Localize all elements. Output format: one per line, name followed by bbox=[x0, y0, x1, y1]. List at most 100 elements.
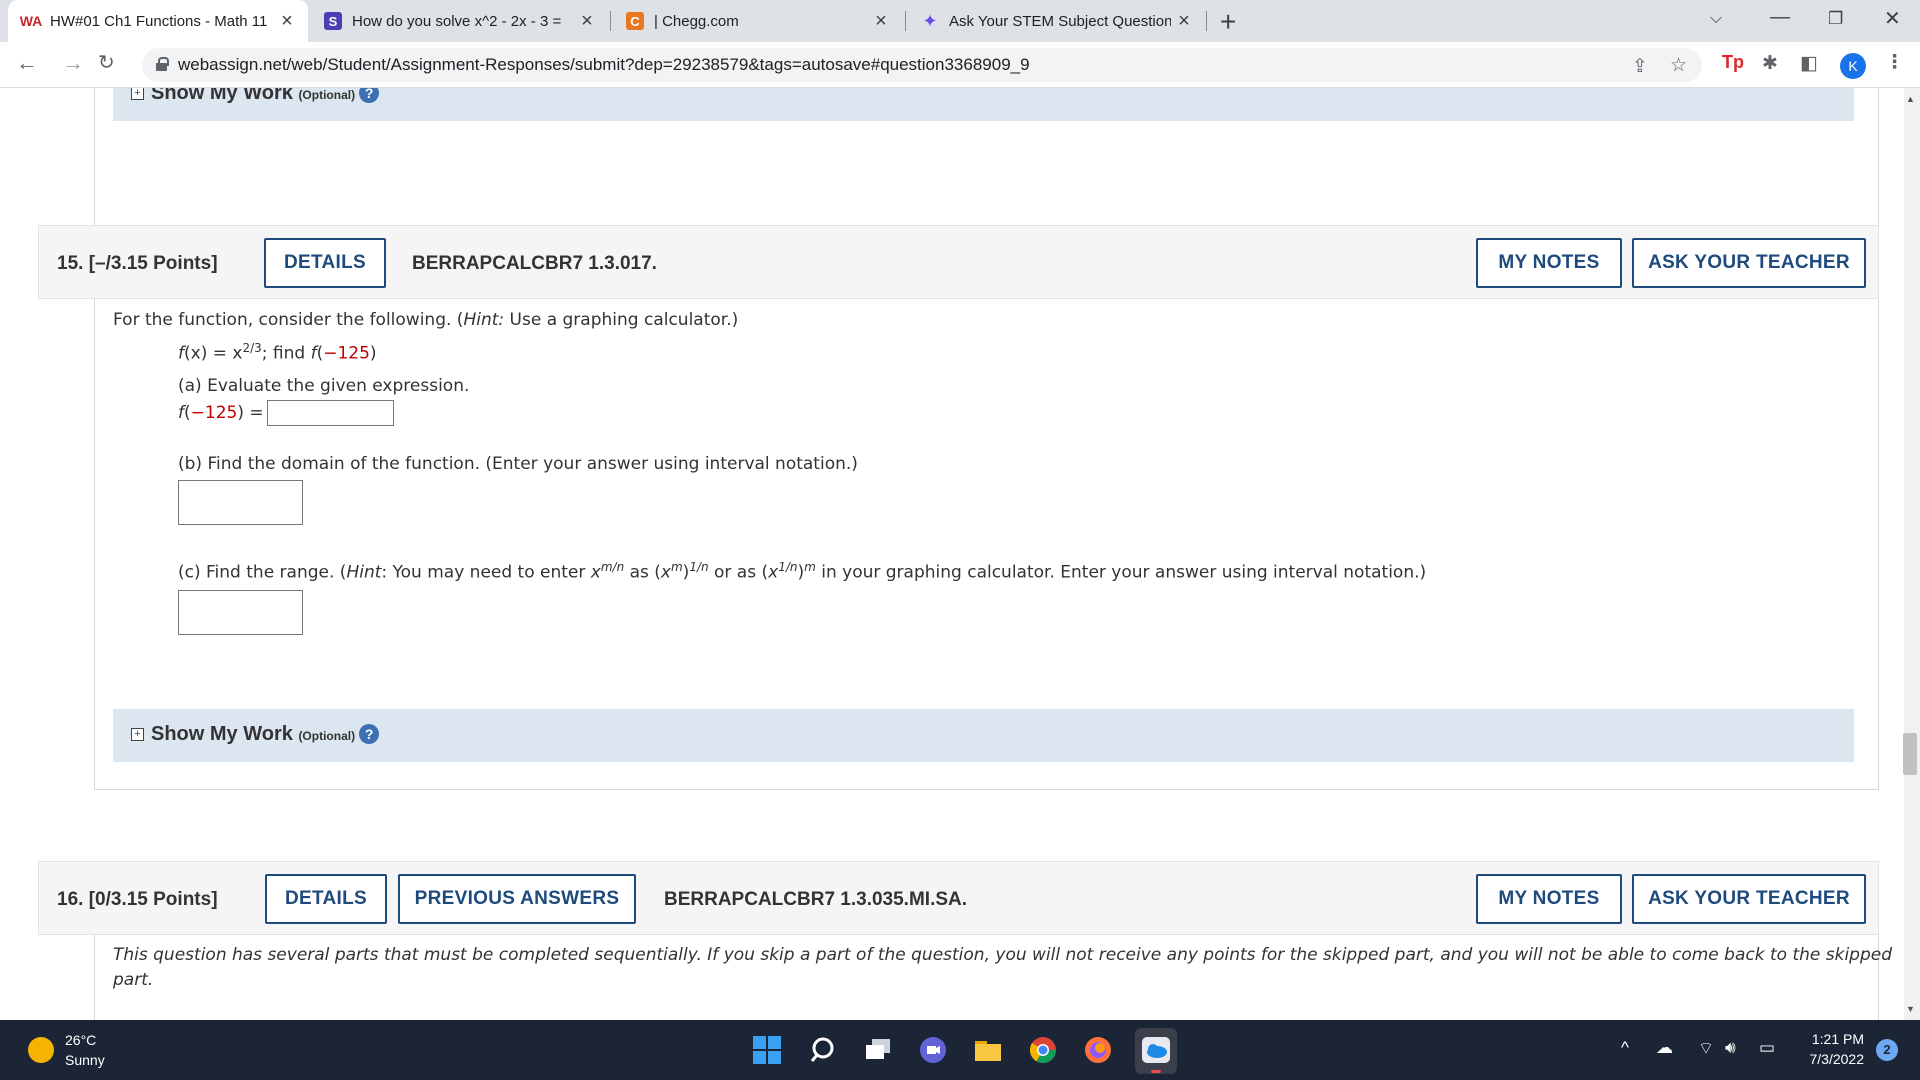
question-points: [–/3.15 Points] bbox=[88, 253, 218, 274]
bartleby-favicon-icon: ✦ bbox=[922, 10, 938, 31]
question-15-intro: For the function, consider the following… bbox=[113, 310, 739, 330]
scrollbar-thumb[interactable] bbox=[1903, 733, 1917, 775]
browser-tab-strip: WA HW#01 Ch1 Functions - Math 11 × S How… bbox=[0, 0, 1920, 42]
question-number: 16. bbox=[57, 889, 84, 910]
part-c-answer-input[interactable] bbox=[178, 590, 303, 635]
tab-search-chevron-icon[interactable]: ⌵ bbox=[1710, 10, 1722, 28]
help-icon[interactable]: ? bbox=[359, 88, 380, 103]
profile-avatar[interactable]: K bbox=[1840, 53, 1866, 79]
onedrive-app-icon[interactable] bbox=[1135, 1028, 1177, 1074]
question-16-header: 16. [0/3.15 Points] DETAILS PREVIOUS ANS… bbox=[38, 861, 1879, 935]
details-button[interactable]: DETAILS bbox=[264, 238, 386, 288]
search-icon[interactable] bbox=[808, 1035, 838, 1065]
menu-kebab-icon[interactable]: ⋮ bbox=[1885, 51, 1904, 74]
browser-toolbar: ← → ↻ webassign.net/web/Student/Assignme… bbox=[0, 42, 1920, 88]
minimize-icon[interactable]: — bbox=[1770, 6, 1790, 29]
new-tab-icon[interactable]: + bbox=[1220, 6, 1236, 38]
tab-title: | Chegg.com bbox=[654, 12, 739, 30]
address-bar[interactable]: webassign.net/web/Student/Assignment-Res… bbox=[142, 48, 1702, 82]
teams-chat-icon[interactable] bbox=[918, 1035, 948, 1065]
clock-time[interactable]: 1:21 PM bbox=[1810, 1031, 1864, 1047]
tab-title: HW#01 Ch1 Functions - Math 11 bbox=[50, 12, 268, 30]
wifi-icon[interactable]: ⌔ bbox=[1698, 1038, 1714, 1059]
expand-plus-icon[interactable]: + bbox=[131, 88, 144, 100]
scroll-up-arrow-icon[interactable]: ▲ bbox=[1906, 94, 1915, 104]
part-b-prompt: (b) Find the domain of the function. (En… bbox=[178, 454, 858, 474]
onedrive-error-icon[interactable]: ☁ bbox=[1656, 1038, 1673, 1058]
show-my-work-label: Show My Work bbox=[151, 723, 293, 745]
tab-title: Ask Your STEM Subject Question bbox=[949, 12, 1171, 30]
tab-separator bbox=[1206, 11, 1207, 31]
optional-label: (Optional) bbox=[298, 88, 356, 102]
optional-label: (Optional) bbox=[298, 729, 356, 743]
file-explorer-icon[interactable] bbox=[973, 1035, 1003, 1065]
close-tab-icon[interactable]: × bbox=[274, 10, 300, 33]
restore-icon[interactable]: ❐ bbox=[1828, 9, 1843, 29]
reload-icon[interactable]: ↻ bbox=[98, 50, 115, 75]
sequential-notice-line-1: This question has several parts that mus… bbox=[113, 945, 1893, 965]
question-points: [0/3.15 Points] bbox=[88, 889, 218, 910]
socratic-favicon-icon: S bbox=[324, 12, 342, 30]
url-text[interactable]: webassign.net/web/Student/Assignment-Res… bbox=[178, 55, 1030, 75]
notification-badge[interactable]: 2 bbox=[1876, 1039, 1898, 1061]
tab-separator bbox=[905, 11, 906, 31]
part-b-answer-input[interactable] bbox=[178, 480, 303, 525]
firefox-icon[interactable] bbox=[1083, 1035, 1113, 1065]
back-arrow-icon[interactable]: ← bbox=[16, 50, 38, 76]
page-scrollbar[interactable] bbox=[1904, 88, 1920, 1020]
forward-arrow-icon[interactable]: → bbox=[62, 50, 84, 76]
scroll-down-arrow-icon[interactable]: ▼ bbox=[1906, 1004, 1915, 1014]
battery-icon[interactable]: ▭ bbox=[1759, 1038, 1775, 1058]
part-a-prompt: (a) Evaluate the given expression. bbox=[178, 376, 470, 396]
chrome-icon[interactable] bbox=[1028, 1035, 1058, 1065]
tab-ask-stem[interactable]: ✦ Ask Your STEM Subject Question × bbox=[907, 0, 1205, 42]
function-definition: f(x) = x2/3; find f(−125) bbox=[178, 341, 377, 364]
windows-start-icon[interactable] bbox=[752, 1035, 782, 1065]
close-window-icon[interactable]: ✕ bbox=[1884, 6, 1901, 31]
extension-tp-icon[interactable]: Tp bbox=[1722, 52, 1744, 73]
question-code: BERRAPCALCBR7 1.3.017. bbox=[412, 253, 657, 274]
help-icon[interactable]: ? bbox=[359, 724, 380, 744]
my-notes-button[interactable]: MY NOTES bbox=[1476, 238, 1622, 288]
page-content: + Show My Work (Optional)? 15. [–/3.15 P… bbox=[0, 88, 1904, 1020]
webassign-favicon-icon: WA bbox=[19, 13, 43, 29]
windows-taskbar: 26°C Sunny ^ ☁ ⌔ 🔊︎ ▭ 1:21 PM 7/3/2022 2 bbox=[0, 1020, 1920, 1080]
show-my-work-q15[interactable]: + Show My Work (Optional)? bbox=[113, 709, 1854, 762]
chegg-favicon-icon: C bbox=[626, 12, 644, 30]
question-15-header: 15. [–/3.15 Points] DETAILS BERRAPCALCBR… bbox=[38, 225, 1879, 299]
sun-weather-icon[interactable] bbox=[28, 1037, 54, 1063]
show-hidden-icons-chevron-icon[interactable]: ^ bbox=[1621, 1038, 1629, 1058]
ask-your-teacher-button[interactable]: ASK YOUR TEACHER bbox=[1632, 238, 1866, 288]
show-my-work-label: Show My Work bbox=[151, 88, 293, 104]
share-icon[interactable]: ⇪ bbox=[1632, 55, 1648, 78]
close-tab-icon[interactable]: × bbox=[868, 10, 894, 33]
expand-plus-icon[interactable]: + bbox=[131, 728, 144, 741]
lock-icon bbox=[156, 57, 169, 71]
side-panel-icon[interactable]: ◧ bbox=[1800, 52, 1818, 75]
task-view-icon[interactable] bbox=[863, 1035, 893, 1065]
part-c-prompt: (c) Find the range. (Hint: You may need … bbox=[178, 560, 1427, 583]
ask-your-teacher-button[interactable]: ASK YOUR TEACHER bbox=[1632, 874, 1866, 924]
tab-socratic[interactable]: S How do you solve x^2 - 2x - 3 = × bbox=[310, 0, 608, 42]
extensions-puzzle-icon[interactable]: ✱ bbox=[1762, 52, 1778, 75]
sequential-notice-line-2: part. bbox=[113, 970, 154, 990]
part-a-expression: f(−125) = bbox=[178, 403, 264, 423]
question-code: BERRAPCALCBR7 1.3.035.MI.SA. bbox=[664, 889, 968, 910]
show-my-work-q14[interactable]: + Show My Work (Optional)? bbox=[113, 88, 1854, 121]
weather-condition[interactable]: Sunny bbox=[65, 1052, 105, 1068]
clock-date[interactable]: 7/3/2022 bbox=[1796, 1051, 1865, 1067]
close-tab-icon[interactable]: × bbox=[574, 10, 600, 33]
question-number: 15. bbox=[57, 253, 84, 274]
details-button[interactable]: DETAILS bbox=[265, 874, 387, 924]
tab-separator bbox=[610, 11, 611, 31]
previous-answers-button[interactable]: PREVIOUS ANSWERS bbox=[398, 874, 636, 924]
weather-temperature[interactable]: 26°C bbox=[65, 1032, 96, 1048]
part-a-answer-input[interactable] bbox=[267, 400, 394, 426]
tab-title: How do you solve x^2 - 2x - 3 = bbox=[352, 12, 562, 30]
close-tab-icon[interactable]: × bbox=[1171, 10, 1197, 33]
tab-chegg[interactable]: C | Chegg.com × bbox=[612, 0, 902, 42]
bookmark-star-icon[interactable]: ☆ bbox=[1670, 54, 1687, 77]
volume-icon[interactable]: 🔊︎ bbox=[1725, 1038, 1736, 1058]
my-notes-button[interactable]: MY NOTES bbox=[1476, 874, 1622, 924]
tab-webassign[interactable]: WA HW#01 Ch1 Functions - Math 11 × bbox=[8, 0, 308, 42]
